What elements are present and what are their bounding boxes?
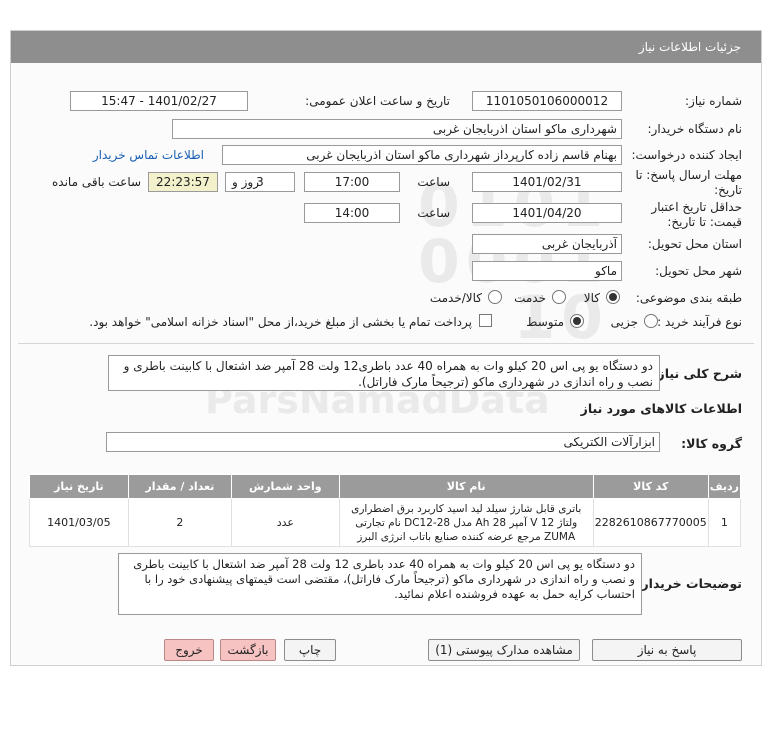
deadline-label-line2: تاریخ: [714,183,742,197]
treasury-payment-checkbox[interactable] [479,314,492,327]
validity-time-field: 14:00 [304,203,400,223]
category-radio-service[interactable] [552,290,566,304]
deadline-label: مهلت ارسال پاسخ: تا تاریخ: [635,168,742,198]
remaining-time-field: 22:23:57 [148,172,218,192]
process-option-minor: جزیی [610,315,638,329]
need-number-label: شماره نیاز: [685,94,742,108]
reply-button[interactable]: پاسخ به نیاز [592,639,742,661]
category-radio-goods-service[interactable] [488,290,502,304]
column-header-unit: واحد شمارش [231,474,340,499]
cell-qty: 2 [127,498,233,547]
view-documents-button[interactable]: مشاهده مدارک پیوستی (1) [428,639,580,661]
divider [18,343,754,344]
buyer-org-field: شهرداری ماکو استان اذربایجان غربی [172,119,622,139]
print-button[interactable]: چاپ [284,639,336,661]
deadline-time-label: ساعت [417,175,450,189]
goods-section-title: اطلاعات کالاهای مورد نیاز [580,401,742,416]
summary-box: دو دستگاه یو پی اس 20 کیلو وات به همراه … [108,355,660,391]
cell-date: 1401/03/05 [29,498,129,547]
validity-label-line2: قیمت: تا تاریخ: [667,215,742,229]
treasury-payment-note: پرداخت تمام یا بخشی از مبلغ خرید،از محل … [89,315,472,329]
announce-label: تاریخ و ساعت اعلان عمومی: [305,94,450,108]
validity-time-label: ساعت [417,206,450,220]
validity-label-line1: حداقل تاریخ اعتبار [651,200,742,214]
table-row[interactable]: 1 2282610867770005 باتری قابل شارژ سیلد … [29,498,742,547]
process-radio-medium[interactable] [570,314,584,328]
exit-button[interactable]: خروج [164,639,214,661]
column-header-code: کد کالا [592,474,709,499]
table-header-row: ردیف کد کالا نام کالا واحد شمارش تعداد /… [29,474,742,499]
process-radio-minor[interactable] [644,314,658,328]
cell-unit: عدد [231,498,340,547]
city-field: ماکو [472,261,622,281]
buyer-notes-label: توضیحات خریدار: [636,576,742,591]
category-radio-goods[interactable] [606,290,620,304]
goods-group-label: گروه کالا: [681,436,742,451]
page-title: جزئیات اطلاعات نیاز [11,31,761,63]
column-header-qty: تعداد / مقدار [127,474,233,499]
cell-index: 1 [707,498,742,547]
creator-label: ایجاد کننده درخواست: [631,148,742,162]
province-field: آذربایجان غربی [472,234,622,254]
back-button[interactable]: بازگشت [220,639,276,661]
category-option-goods: کالا [583,291,600,305]
deadline-label-line1: مهلت ارسال پاسخ: تا [635,168,742,182]
goods-group-field: ابزارآلات الکتریکی [106,432,660,452]
city-label: شهر محل تحویل: [655,264,742,278]
buyer-notes-box: دو دستگاه یو پی اس 20 کیلو وات به همراه … [118,553,642,615]
column-header-date: تاریخ نیاز [29,474,129,499]
cell-name: باتری قابل شارژ سیلد لید اسید کاربرد برق… [338,498,594,547]
process-option-medium: متوسط [526,315,564,329]
deadline-time-field: 17:00 [304,172,400,192]
summary-label: شرح کلی نیاز: [652,366,742,381]
process-label: نوع فرآیند خرید : [657,315,742,329]
need-number-field: 1101050106000012 [472,91,622,111]
deadline-date-field: 1401/02/31 [472,172,622,192]
category-option-service: خدمت [514,291,546,305]
validity-label: حداقل تاریخ اعتبار قیمت: تا تاریخ: [651,200,742,230]
goods-table: ردیف کد کالا نام کالا واحد شمارش تعداد /… [29,474,742,547]
column-header-name: نام کالا [338,474,594,499]
buyer-org-label: نام دستگاه خریدار: [647,122,743,136]
cell-code: 2282610867770005 [592,498,709,547]
buyer-contact-link[interactable]: اطلاعات تماس خریدار [93,148,204,162]
province-label: استان محل تحویل: [647,237,742,251]
category-label: طبقه بندی موضوعی: [635,291,742,305]
creator-field: بهنام قاسم زاده کارپرداز شهرداری ماکو اس… [222,145,622,165]
announce-field: 1401/02/27 - 15:47 [70,91,248,111]
days-label: روز و [232,175,259,189]
remaining-label: ساعت باقی مانده [52,175,142,189]
column-header-index: ردیف [707,474,742,499]
category-option-goods-service: کالا/خدمت [429,291,482,305]
validity-date-field: 1401/04/20 [472,203,622,223]
